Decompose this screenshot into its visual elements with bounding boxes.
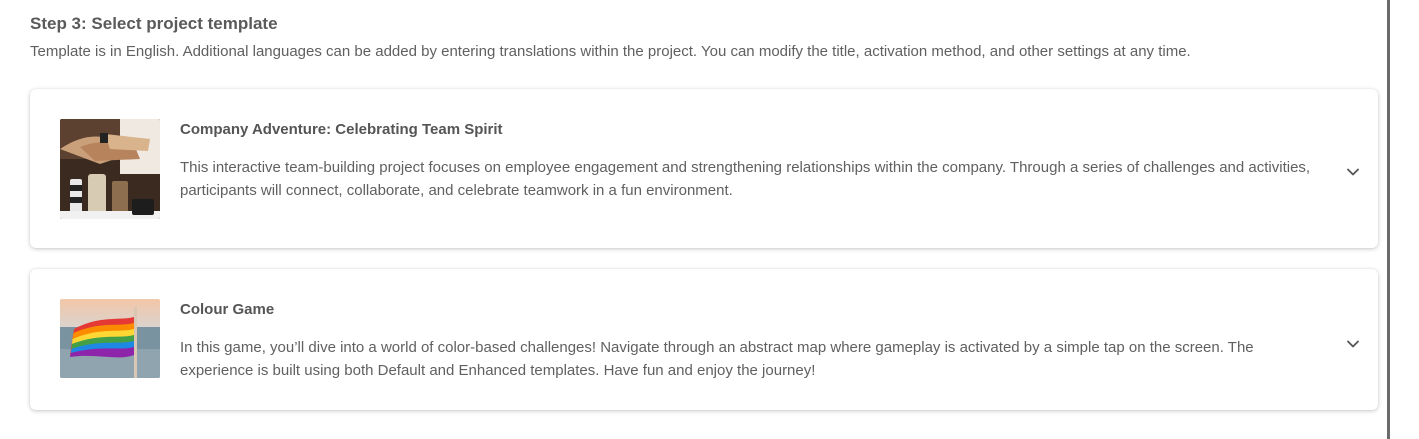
template-description: In this game, you’ll dive into a world o…: [180, 339, 1254, 379]
template-description: This interactive team-building project f…: [180, 159, 1311, 199]
template-selection-page: Step 3: Select project template Template…: [0, 0, 1419, 439]
template-thumbnail: [60, 299, 160, 378]
step-title: Step 3: Select project template: [30, 14, 278, 33]
template-title: Colour Game: [180, 301, 275, 318]
template-card-company-adventure[interactable]: Company Adventure: Celebrating Team Spir…: [30, 89, 1378, 248]
chevron-down-icon[interactable]: [1346, 337, 1360, 351]
step-description: Template is in English. Additional langu…: [30, 43, 1191, 60]
chevron-down-icon[interactable]: [1346, 165, 1360, 179]
team-hands-photo: [60, 119, 160, 219]
template-thumbnail: [60, 119, 160, 219]
template-card-colour-game[interactable]: Colour Game In this game, you’ll dive in…: [30, 269, 1378, 410]
scrollbar[interactable]: [1387, 0, 1390, 439]
rainbow-flag-photo: [60, 299, 160, 378]
template-title: Company Adventure: Celebrating Team Spir…: [180, 121, 503, 138]
